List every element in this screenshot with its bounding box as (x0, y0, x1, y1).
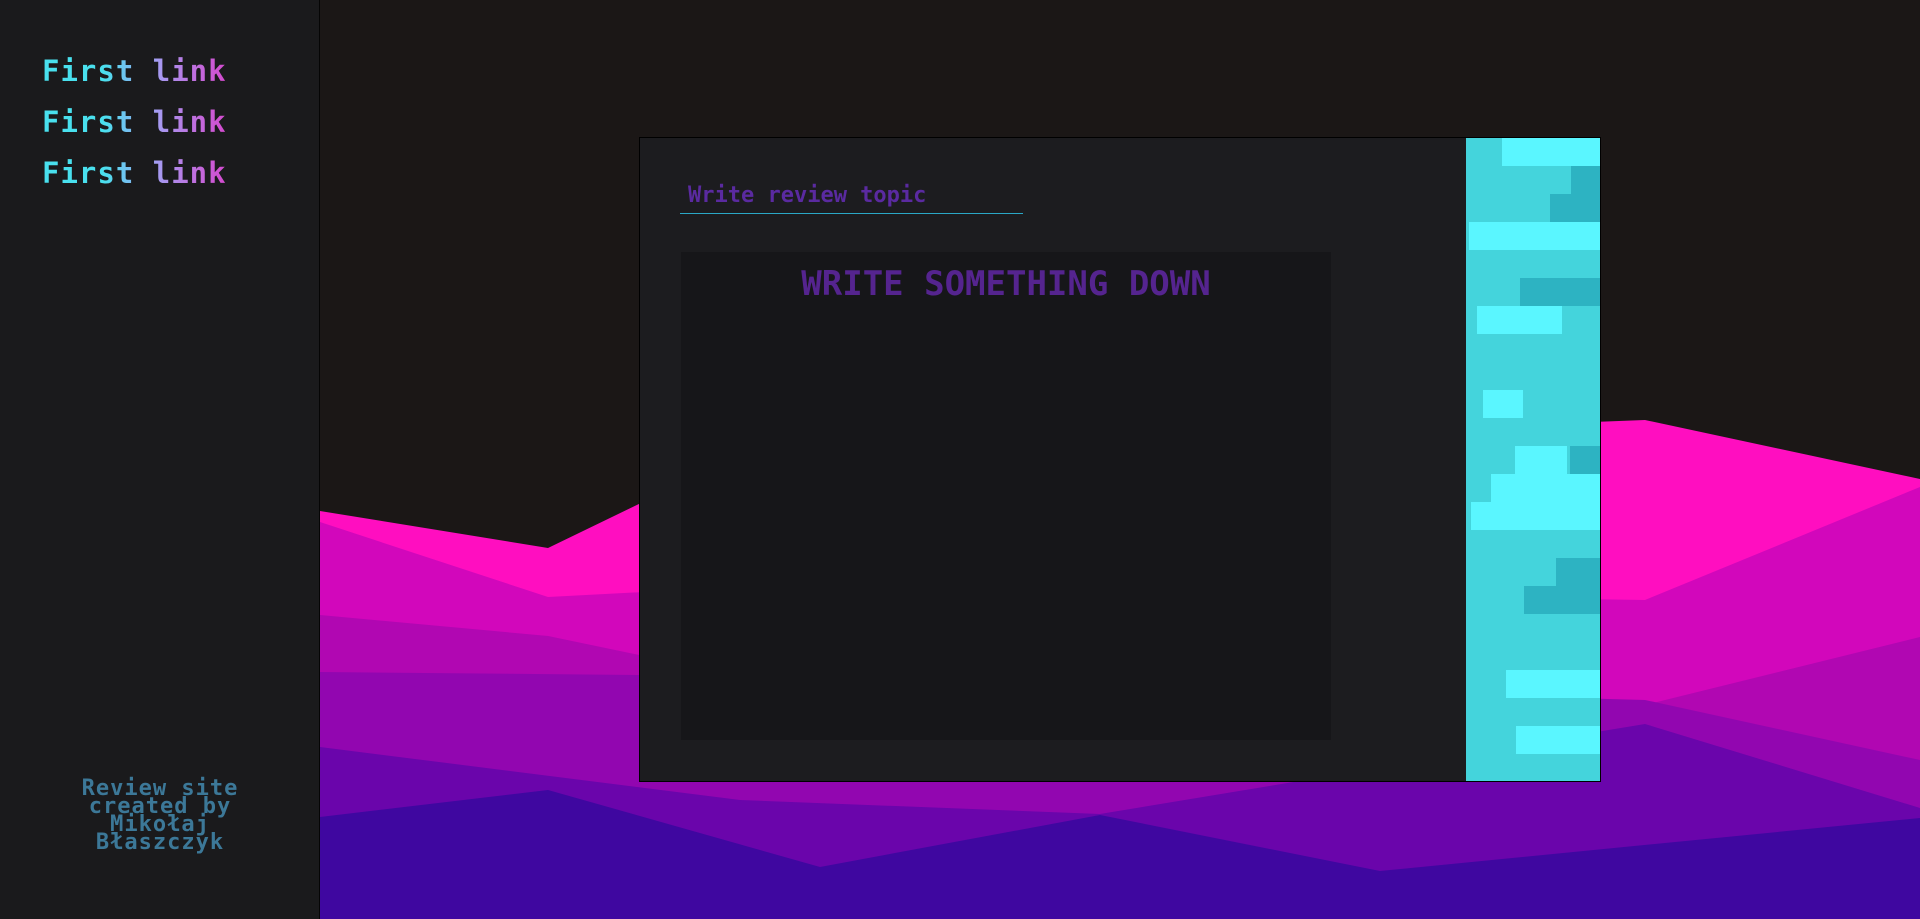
site-credits: Review site created by Mikołaj Błaszczyk (0, 778, 320, 855)
nav-link-second[interactable]: First link (42, 97, 227, 148)
nav-link-third[interactable]: First link (42, 148, 227, 199)
sidebar: First link First link First link Review … (0, 0, 320, 919)
review-editor-card (639, 137, 1601, 782)
nav-menu: First link First link First link (42, 46, 227, 199)
nav-link-first[interactable]: First link (42, 46, 227, 97)
pixel-wave-decoration (1466, 138, 1600, 781)
credit-line: Błaszczyk (95, 830, 225, 855)
